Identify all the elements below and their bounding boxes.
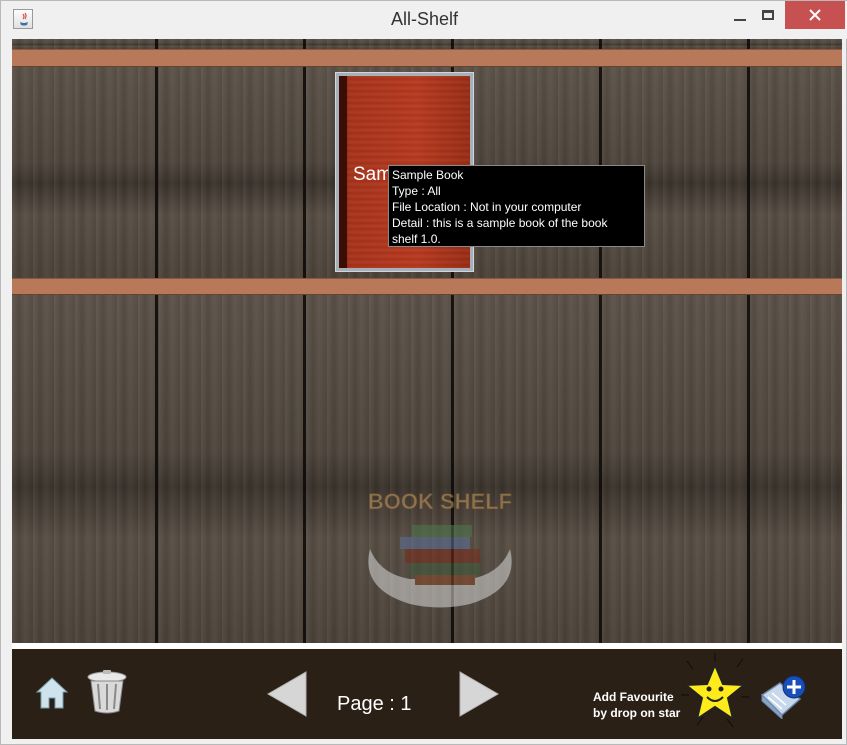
close-icon (809, 9, 821, 21)
tooltip-detail-cont: shelf 1.0. (392, 232, 441, 246)
app-window: All-Shelf Sample Book Sample Book Ty (0, 0, 847, 745)
shelf-plank-top (12, 49, 842, 67)
window-title: All-Shelf (390, 9, 459, 29)
add-favourite-label: Add Favourite by drop on star (593, 689, 680, 721)
book-tooltip: Sample Book Type : All File Location : N… (388, 165, 645, 247)
maximize-button[interactable] (753, 1, 783, 29)
shelf-plank-middle (12, 278, 842, 295)
bottom-toolbar: Page : 1 Add Favourite by drop on star (12, 649, 842, 739)
tooltip-location: File Location : Not in your computer (392, 200, 582, 214)
previous-arrow-icon[interactable] (264, 669, 310, 719)
home-icon[interactable] (34, 675, 70, 711)
next-arrow-icon[interactable] (456, 669, 502, 719)
minimize-button[interactable] (725, 1, 755, 29)
page-indicator: Page : 1 (337, 693, 412, 715)
minimize-icon (734, 19, 746, 21)
star-icon[interactable] (677, 651, 753, 731)
maximize-icon (762, 10, 774, 20)
add-favourite-line1: Add Favourite (593, 690, 674, 704)
wood-background-top (12, 39, 842, 49)
add-book-icon[interactable] (758, 673, 808, 719)
tooltip-type: Type : All (392, 184, 441, 198)
trash-icon[interactable] (84, 669, 130, 715)
book-spine (339, 76, 347, 268)
tooltip-title: Sample Book (392, 168, 464, 182)
tooltip-detail: Detail : this is a sample book of the bo… (392, 216, 608, 230)
title-bar[interactable]: All-Shelf (1, 1, 847, 39)
close-button[interactable] (785, 1, 845, 29)
book-shelf-logo: BOOK SHELF (367, 489, 513, 608)
logo-text: BOOK SHELF (368, 489, 512, 514)
add-favourite-line2: by drop on star (593, 706, 681, 720)
bookshelf-area: Sample Book Sample Book Type : All File … (12, 39, 842, 739)
